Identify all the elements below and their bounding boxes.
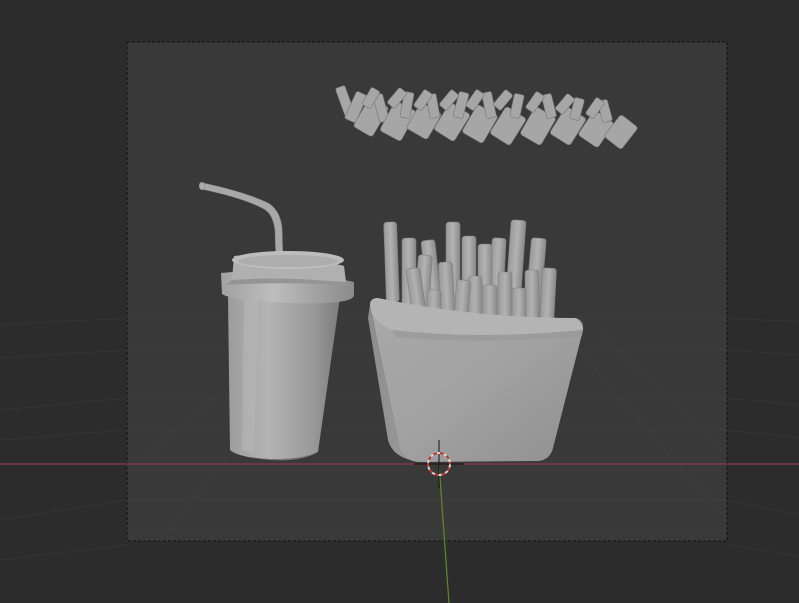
viewport-canvas[interactable] (0, 0, 799, 603)
3d-viewport[interactable] (0, 0, 799, 603)
